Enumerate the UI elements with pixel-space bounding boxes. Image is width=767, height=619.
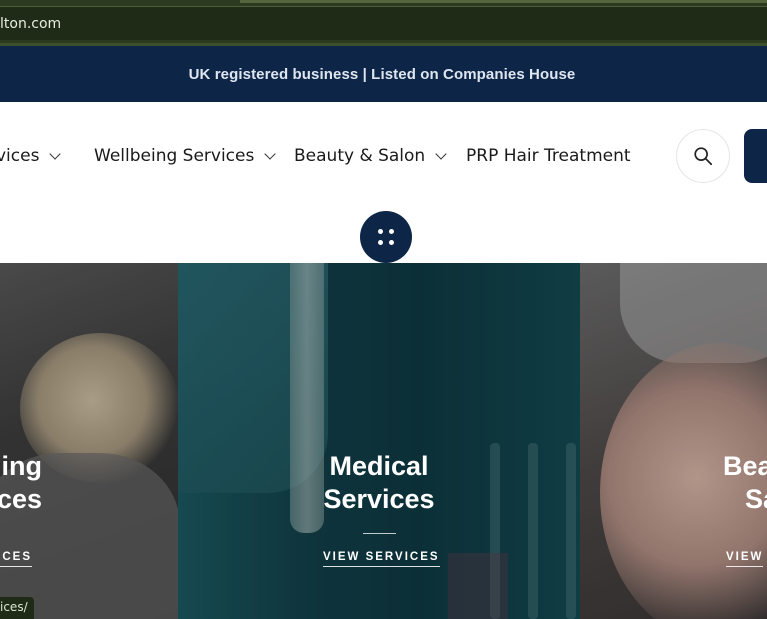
view-services-link[interactable]: VIEW <box>726 551 764 567</box>
nav-item-label: rvices <box>0 146 40 166</box>
card-title-line: ing <box>1 451 43 481</box>
chevron-down-icon <box>49 148 62 160</box>
card-title-line: ces <box>0 484 42 514</box>
service-card-medical[interactable]: Medical Services VIEW SERVICES <box>178 263 580 619</box>
service-card-wellbeing[interactable]: ing ces ICES <box>0 263 178 619</box>
card-title-line: Bea <box>723 451 767 481</box>
card-title: Medical Services <box>178 450 580 516</box>
nav-item-prp-hair-treatment[interactable]: PRP Hair Treatment <box>466 146 631 166</box>
browser-address-bar: lton.com <box>0 0 767 46</box>
header-cta-button[interactable] <box>744 129 767 183</box>
chevron-down-icon <box>264 148 277 160</box>
nav-item-services[interactable]: rvices <box>0 146 62 166</box>
card-title-line: Sa <box>745 484 767 514</box>
url-text: lton.com <box>0 16 62 32</box>
page: lton.com UK registered business | Listed… <box>0 0 767 619</box>
service-carousel: ing ces ICES Medical Services VIEW SERVI… <box>0 263 767 619</box>
browser-status-bar: ices/ <box>0 597 34 619</box>
search-icon <box>694 147 713 166</box>
card-title-line: Services <box>323 484 435 514</box>
card-divider <box>363 533 396 534</box>
tab-strip-edge <box>240 0 767 3</box>
carousel-drag-handle[interactable] <box>360 211 412 263</box>
service-card-beauty-salon[interactable]: Bea Sa VIEW <box>580 263 767 619</box>
nav-item-label: Beauty & Salon <box>294 146 426 166</box>
main-navigation: rvices Wellbeing Services Beauty & Salon… <box>0 102 767 214</box>
banner-text: UK registered business | Listed on Compa… <box>188 65 576 83</box>
nav-item-wellbeing-services[interactable]: Wellbeing Services <box>94 146 277 166</box>
search-button[interactable] <box>676 129 730 183</box>
nav-item-beauty-salon[interactable]: Beauty & Salon <box>294 146 447 166</box>
card-title: ing ces <box>0 450 42 516</box>
view-services-link[interactable]: ICES <box>0 551 32 567</box>
chevron-down-icon <box>435 148 447 160</box>
card-title: Bea Sa <box>723 450 767 516</box>
card-title-line: Medical <box>329 451 429 481</box>
top-banner: UK registered business | Listed on Compa… <box>0 46 767 102</box>
nav-item-label: PRP Hair Treatment <box>466 146 631 166</box>
grip-dots-icon <box>378 229 394 245</box>
nav-item-label: Wellbeing Services <box>94 146 255 166</box>
view-services-link[interactable]: VIEW SERVICES <box>323 551 440 567</box>
url-field[interactable]: lton.com <box>0 6 767 40</box>
